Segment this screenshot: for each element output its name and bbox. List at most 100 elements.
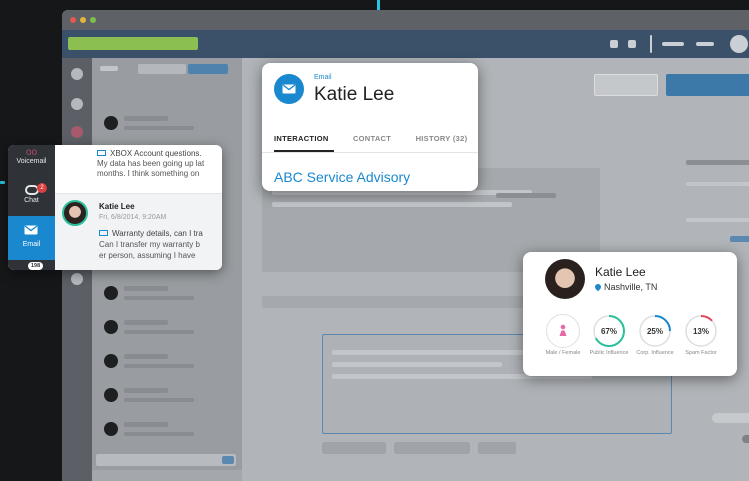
list-avatar [104, 320, 118, 334]
voicemail-icon: oo [25, 147, 38, 158]
header-box[interactable] [594, 74, 658, 96]
list-line [124, 116, 168, 121]
profile-name: Katie Lee [595, 265, 646, 279]
side-line [712, 413, 749, 423]
list-line [124, 330, 194, 334]
public-influence-value: 67% [601, 327, 617, 336]
nav-icon-c[interactable] [662, 42, 684, 46]
side-dot [742, 435, 749, 443]
rail-icon[interactable] [71, 273, 83, 285]
message-item-selected[interactable]: Katie Lee Fri, 6/8/2014, 9:20AM Warranty… [55, 193, 222, 270]
channel-label: Email [314, 74, 332, 81]
email-tab[interactable]: Email [8, 216, 55, 260]
tab-contact[interactable]: CONTACT [353, 134, 391, 143]
voicemail-label: Voicemail [16, 158, 47, 165]
list-line [124, 388, 168, 393]
connector-left [0, 181, 5, 184]
channel-panel: oo Voicemail 2 Chat Email 198 XBOX Accou… [8, 145, 222, 270]
voicemail-tab[interactable]: oo Voicemail [8, 147, 55, 165]
side-line [686, 182, 749, 186]
list-avatar [104, 354, 118, 368]
envelope-icon [24, 225, 38, 235]
minimize-window-icon[interactable] [80, 17, 86, 23]
detail-line [496, 193, 556, 198]
tab-interaction[interactable]: INTERACTION [274, 134, 329, 143]
footer-button[interactable] [478, 442, 516, 454]
message-preview: Can I transfer my warranty b [99, 240, 200, 249]
gender-label: Male / Female [545, 350, 581, 356]
close-window-icon[interactable] [70, 17, 76, 23]
message-subject: Warranty details, can I tra [112, 229, 203, 238]
message-preview: My data has been going up lat [97, 159, 205, 168]
footer-button[interactable] [322, 442, 386, 454]
message-date: Fri, 6/8/2014, 9:20AM [99, 214, 167, 221]
gender-metric [546, 314, 580, 348]
detail-line [272, 202, 512, 207]
list-line [124, 364, 194, 368]
list-action[interactable] [188, 64, 228, 74]
list-line [124, 296, 194, 300]
list-line [124, 432, 194, 436]
message-subject: XBOX Account questions. [110, 149, 202, 158]
female-icon [559, 324, 567, 336]
spam-factor-ring: 13% [685, 315, 717, 347]
list-line [124, 354, 168, 359]
detail-line [332, 362, 502, 367]
channel-rail: oo Voicemail 2 Chat Email 198 [8, 145, 55, 270]
list-filter[interactable] [138, 64, 186, 74]
list-pager[interactable] [96, 454, 236, 466]
list-avatar [104, 286, 118, 300]
spam-factor-label: Spam Factor [685, 350, 717, 356]
profile-card: Katie Lee Nashville, TN 67% 25% 13% Male… [523, 252, 737, 376]
email-count-badge: 198 [28, 262, 44, 270]
active-tab-underline [274, 150, 334, 152]
list-pager-button[interactable] [222, 456, 234, 464]
list-line [124, 126, 194, 130]
list-avatar [104, 116, 118, 130]
side-line [686, 218, 749, 222]
contact-name: Katie Lee [314, 84, 395, 105]
list-filter[interactable] [100, 66, 118, 71]
spam-factor-value: 13% [693, 327, 709, 336]
rail-icon[interactable] [71, 68, 83, 80]
rail-icon[interactable] [71, 126, 83, 138]
message-preview: er person, assuming I have [99, 251, 196, 260]
brand-bar [68, 37, 198, 50]
location-pin-icon [593, 282, 603, 292]
envelope-icon [99, 230, 108, 236]
corp-influence-ring: 25% [639, 315, 671, 347]
rail-icon[interactable] [71, 98, 83, 110]
user-avatar[interactable] [730, 35, 748, 53]
sender-name: Katie Lee [99, 202, 135, 211]
footer-button[interactable] [394, 442, 470, 454]
avatar [62, 200, 88, 226]
public-influence-label: Public Influence [589, 350, 629, 356]
stage: oo Voicemail 2 Chat Email 198 XBOX Accou… [0, 0, 749, 481]
chat-tab[interactable]: 2 Chat [8, 183, 55, 204]
nav-icon-b[interactable] [628, 40, 636, 48]
primary-action-bg[interactable] [666, 74, 749, 96]
top-navbar [62, 30, 749, 58]
corp-influence-label: Corp. Influence [636, 350, 674, 356]
nav-icon-d[interactable] [696, 42, 714, 46]
envelope-icon [282, 84, 296, 94]
profile-location: Nashville, TN [604, 282, 658, 292]
chat-label: Chat [24, 197, 39, 204]
list-avatar [104, 422, 118, 436]
advisory-link[interactable]: ABC Service Advisory [274, 169, 410, 185]
avatar [545, 259, 585, 299]
tab-divider [262, 152, 478, 153]
tab-history[interactable]: HISTORY (32) [416, 134, 468, 143]
email-label: Email [22, 241, 41, 248]
contact-card: Email Katie Lee INTERACTION CONTACT HIST… [262, 63, 478, 191]
window-titlebar [62, 10, 749, 30]
message-item[interactable]: XBOX Account questions. My data has been… [55, 149, 222, 193]
side-toggle[interactable] [730, 236, 749, 242]
list-avatar [104, 388, 118, 402]
email-channel-icon [274, 74, 304, 104]
nav-icon-a[interactable] [610, 40, 618, 48]
list-line [124, 286, 168, 291]
maximize-window-icon[interactable] [90, 17, 96, 23]
nav-divider [650, 35, 652, 53]
list-line [124, 422, 168, 427]
